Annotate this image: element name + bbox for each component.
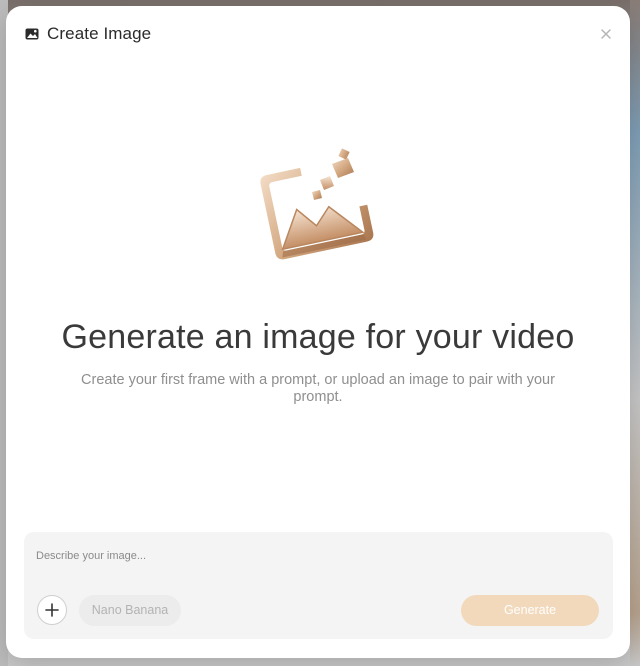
backdrop-right-edge xyxy=(630,0,640,666)
model-selector[interactable]: Nano Banana xyxy=(79,595,181,626)
create-image-dialog: Create Image Generate an image for your … xyxy=(6,6,630,658)
dialog-title: Create Image xyxy=(47,24,152,43)
image-illustration xyxy=(254,144,384,264)
hero-subtitle: Create your first frame with a prompt, o… xyxy=(81,372,555,405)
prompt-panel: Nano Banana Generate xyxy=(24,532,613,639)
close-icon[interactable] xyxy=(598,26,614,42)
hero-title: Generate an image for your video xyxy=(61,318,575,356)
image-icon xyxy=(25,27,39,41)
dialog-header: Create Image xyxy=(6,6,630,62)
generate-button[interactable]: Generate xyxy=(461,595,599,626)
add-attachment-button[interactable] xyxy=(37,595,67,625)
prompt-input[interactable] xyxy=(36,542,596,570)
plus-icon xyxy=(45,603,59,617)
